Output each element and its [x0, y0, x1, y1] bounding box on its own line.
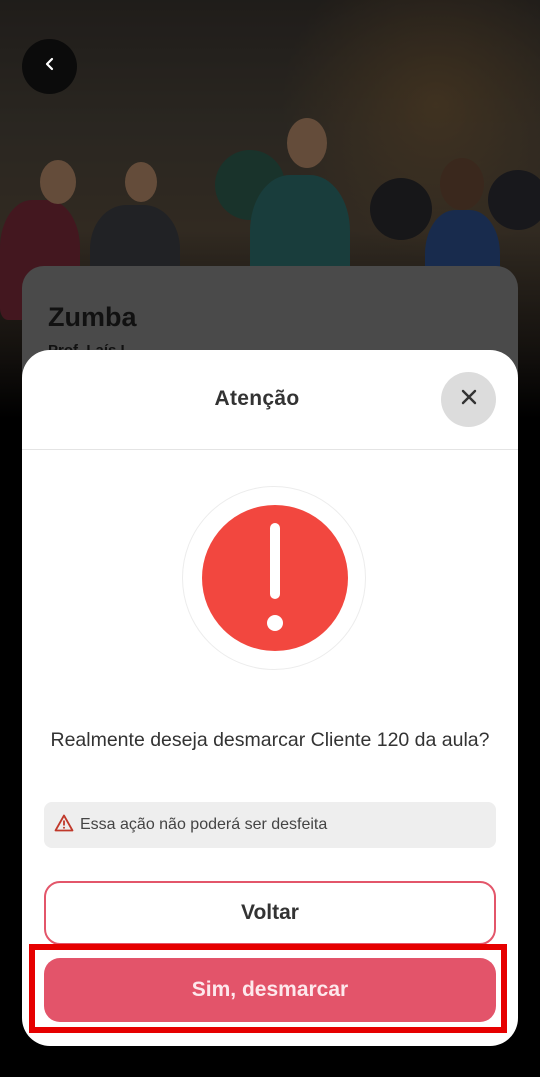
modal-title: Atenção — [214, 387, 300, 410]
back-button[interactable] — [22, 39, 77, 94]
confirm-modal: Atenção Realmente deseja desmarcar Clien… — [22, 350, 518, 1046]
class-title: Zumba — [48, 302, 137, 332]
close-icon — [461, 389, 477, 410]
warning-triangle-icon — [54, 814, 74, 837]
highlight-box — [29, 944, 507, 1033]
modal-header: Atenção — [22, 350, 518, 450]
warning-text: Essa ação não poderá ser desfeita — [80, 816, 328, 833]
warning-box: Essa ação não poderá ser desfeita — [44, 802, 496, 848]
chevron-left-icon — [42, 56, 58, 77]
exclamation-icon — [202, 505, 348, 651]
confirmation-message: Realmente deseja desmarcar Cliente 120 d… — [50, 729, 490, 751]
back-button-modal[interactable]: Voltar — [44, 881, 496, 945]
close-button[interactable] — [441, 372, 496, 427]
